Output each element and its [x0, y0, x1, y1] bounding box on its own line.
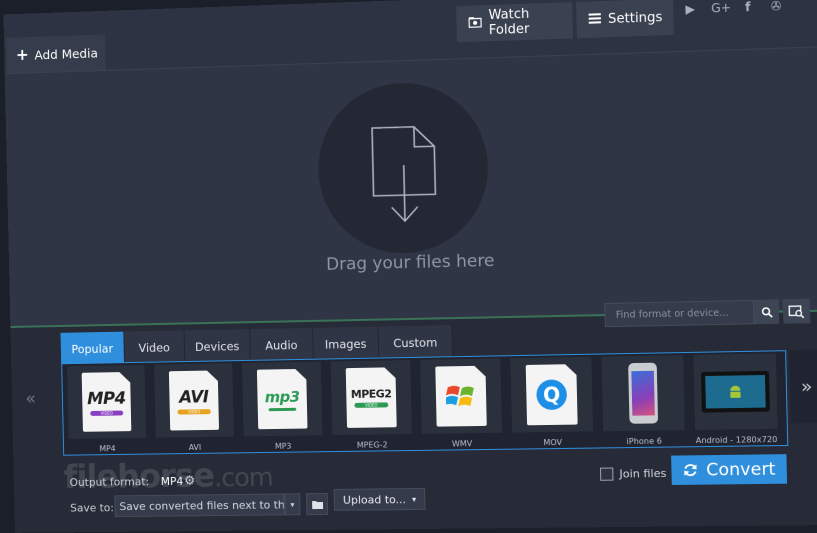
mp3-icon-text: mp3: [264, 387, 300, 406]
upload-to-label: Upload to...: [342, 492, 407, 507]
save-to-label: Save to:: [70, 501, 115, 515]
mp3-band: [269, 407, 297, 410]
search-icon: [761, 306, 773, 317]
format-label: MOV: [543, 437, 563, 448]
format-strip: MP4 VIDEO MP4 AVI VIDEO AVI mp3 MP3 MPEG…: [61, 350, 789, 456]
save-path-field[interactable]: Save converted files next to the o: [114, 493, 285, 518]
file-drop-icon: [371, 125, 436, 223]
join-files-checkbox[interactable]: Join files: [599, 466, 667, 481]
watch-folder-label: Watch Folder: [488, 6, 530, 39]
format-thumb: MPEG2 VIDEO: [330, 359, 412, 436]
detect-device-button[interactable]: [782, 298, 811, 324]
format-item-mov[interactable]: Q MOV: [509, 356, 594, 448]
chevron-down-icon: ▾: [411, 494, 417, 504]
plus-icon: +: [15, 44, 29, 65]
search-button[interactable]: [753, 299, 780, 325]
youtube-icon[interactable]: ▶: [685, 2, 695, 17]
wmv-file-icon: [435, 366, 486, 427]
upload-to-button[interactable]: Upload to... ▾: [333, 487, 426, 511]
avi-icon-sub: VIDEO: [178, 409, 211, 414]
save-dropdown-button[interactable]: ▾: [284, 493, 301, 516]
format-thumb: [693, 353, 778, 430]
format-label: MP4: [99, 444, 116, 454]
mp4-icon-text: MP4: [86, 388, 126, 409]
iphone-icon: [628, 362, 659, 424]
format-thumb: [601, 355, 685, 432]
format-label: AVI: [188, 442, 202, 453]
mpeg2-icon-text: MPEG2: [350, 387, 392, 401]
output-format: Output format: MP4: [69, 475, 183, 489]
settings-button[interactable]: Settings: [576, 0, 674, 39]
add-media-button[interactable]: + Add Media: [5, 34, 106, 74]
format-thumb: mp3: [242, 361, 323, 437]
tab-popular[interactable]: Popular: [60, 331, 125, 366]
format-item-android[interactable]: Android - 1280x720: [692, 353, 779, 445]
mpeg2-file-icon: MPEG2 VIDEO: [346, 367, 397, 428]
format-item-mp3[interactable]: mp3 MP3: [241, 361, 324, 452]
drop-zone[interactable]: Drag your files here: [4, 46, 817, 327]
format-search-input[interactable]: Find format or device...: [604, 299, 755, 328]
format-item-mpeg2[interactable]: MPEG2 VIDEO MPEG-2: [330, 359, 413, 450]
mp4-icon-sub: VIDEO: [90, 410, 123, 415]
format-label: iPhone 6: [626, 436, 662, 447]
format-thumb: MP4 VIDEO: [67, 364, 147, 439]
mp3-file-icon: mp3: [257, 369, 308, 429]
android-logo-icon: [730, 385, 741, 398]
format-item-mp4[interactable]: MP4 VIDEO MP4: [66, 364, 147, 454]
format-label: MPEG-2: [356, 440, 388, 450]
refresh-icon: [682, 462, 698, 477]
tab-audio[interactable]: Audio: [250, 327, 314, 362]
join-files-label: Join files: [619, 466, 667, 481]
vk-icon[interactable]: ✇: [771, 0, 782, 13]
output-format-value: MP4: [160, 474, 184, 488]
mpeg2-icon-sub: VIDEO: [354, 402, 388, 408]
tab-devices[interactable]: Devices: [184, 329, 251, 364]
android-tablet-icon: [700, 370, 770, 413]
drop-hint: Drag your files here: [325, 250, 495, 275]
format-label: MP3: [274, 441, 292, 451]
format-panel: Find format or device... Popular Video D…: [10, 298, 817, 533]
app-window: + Add Media Watch Folder Settings ▶ G+ f…: [3, 0, 817, 533]
drop-circle: [316, 80, 490, 256]
format-thumb: AVI VIDEO: [154, 363, 234, 438]
facebook-icon[interactable]: f: [745, 0, 751, 14]
prev-arrow[interactable]: «: [25, 388, 36, 409]
gear-icon[interactable]: ⚙: [184, 474, 196, 489]
menu-icon: [588, 12, 602, 28]
convert-button[interactable]: Convert: [671, 454, 788, 486]
browse-folder-button[interactable]: [305, 492, 329, 516]
next-arrow[interactable]: »: [789, 349, 817, 424]
avi-file-icon: AVI VIDEO: [169, 370, 219, 430]
device-search-icon: [788, 304, 805, 318]
tab-images[interactable]: Images: [313, 326, 380, 361]
avi-icon-text: AVI: [178, 386, 209, 408]
folder-icon: [311, 500, 323, 509]
add-media-label: Add Media: [34, 45, 98, 62]
mp4-file-icon: MP4 VIDEO: [82, 372, 132, 432]
windows-logo-icon: [446, 383, 477, 410]
folder-icon: [468, 16, 481, 31]
format-label: Android - 1280x720: [695, 434, 778, 446]
format-label: WMV: [451, 439, 473, 449]
format-thumb: Q: [510, 356, 594, 433]
format-item-iphone6[interactable]: iPhone 6: [600, 355, 686, 446]
settings-label: Settings: [607, 9, 663, 27]
checkbox[interactable]: [599, 467, 614, 481]
google-plus-icon[interactable]: G+: [711, 1, 731, 16]
format-item-wmv[interactable]: WMV: [419, 358, 503, 449]
convert-label: Convert: [705, 458, 776, 481]
format-thumb: [420, 358, 503, 434]
watch-folder-button[interactable]: Watch Folder: [456, 2, 573, 43]
format-item-avi[interactable]: AVI VIDEO AVI: [153, 363, 235, 452]
tab-video[interactable]: Video: [124, 330, 186, 365]
output-format-label: Output format:: [69, 475, 150, 490]
mov-file-icon: Q: [526, 364, 578, 425]
tab-custom[interactable]: Custom: [378, 325, 454, 360]
quicktime-icon: Q: [536, 379, 567, 410]
